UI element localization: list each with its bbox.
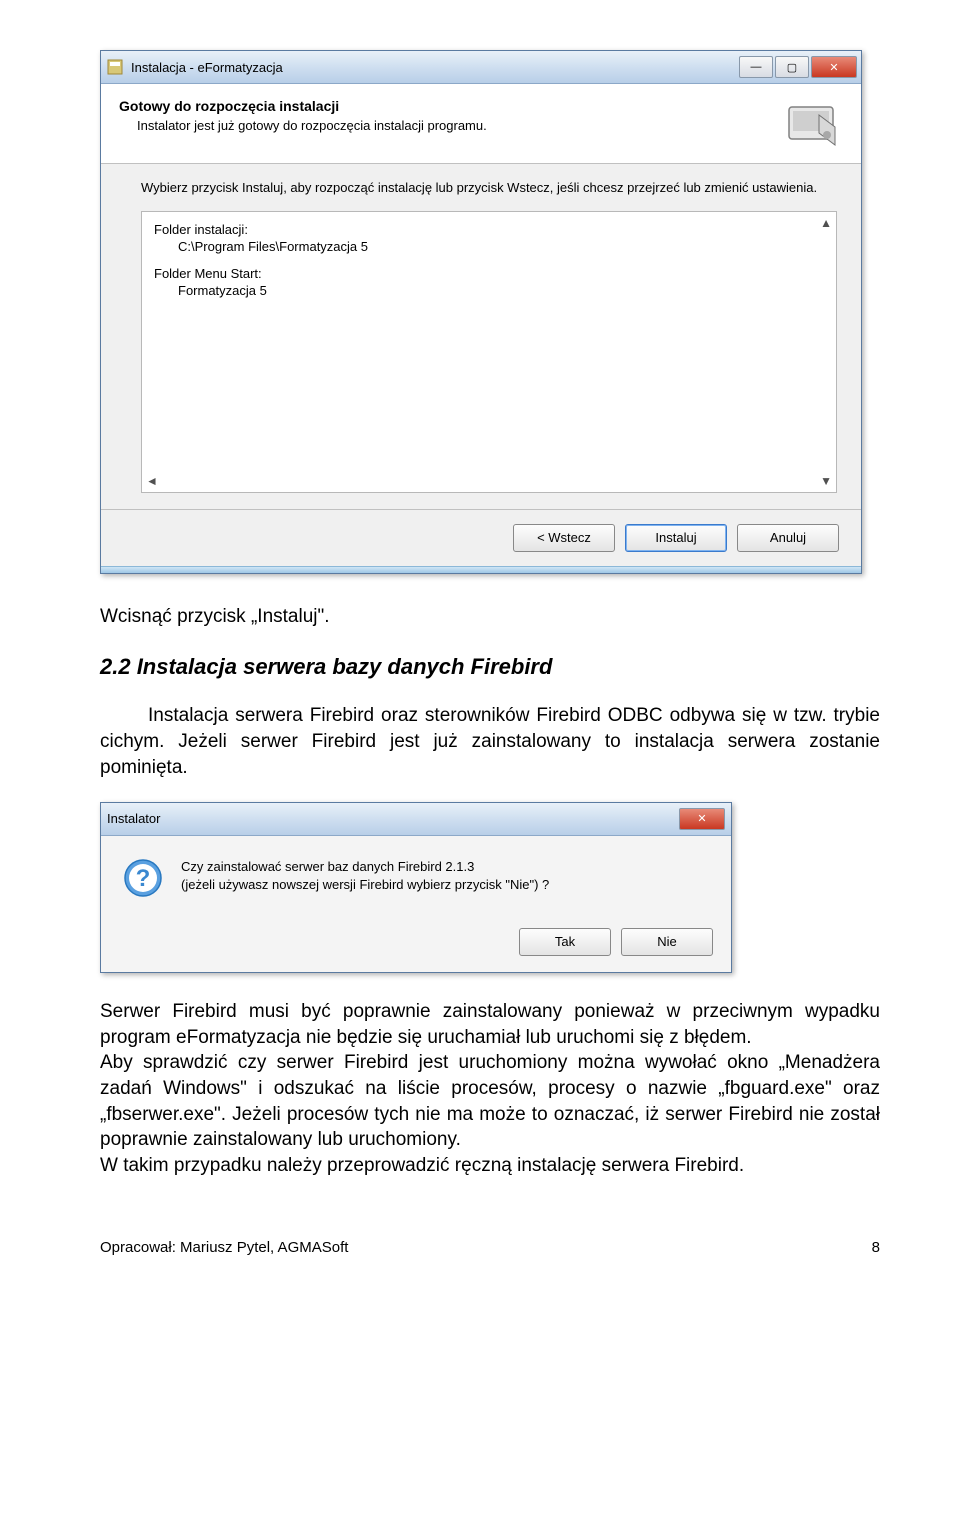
startmenu-label: Folder Menu Start: <box>154 266 824 281</box>
svg-text:?: ? <box>136 865 151 892</box>
paragraph-firebird-required: Serwer Firebird musi być poprawnie zains… <box>100 999 880 1050</box>
header-panel: Gotowy do rozpoczęcia instalacji Instala… <box>101 84 861 164</box>
minimize-button[interactable]: — <box>739 56 773 78</box>
header-title: Gotowy do rozpoczęcia instalacji <box>119 98 783 114</box>
window-title: Instalacja - eFormatyzacja <box>131 60 739 75</box>
dialog-line2: (jeżeli używasz nowszej wersji Firebird … <box>181 876 549 894</box>
installer-icon <box>105 57 125 77</box>
dialog-line1: Czy zainstalować serwer baz danych Fireb… <box>181 858 549 876</box>
section-heading: 2.2 Instalacja serwera bazy danych Fireb… <box>100 652 880 682</box>
back-button[interactable]: < Wstecz <box>513 524 615 552</box>
dialog-titlebar: Instalator ✕ <box>101 803 731 836</box>
footer-author: Opracował: Mariusz Pytel, AGMASoft <box>100 1239 348 1256</box>
dialog-text: Czy zainstalować serwer baz danych Fireb… <box>181 858 549 898</box>
paragraph-press-install: Wcisnąć przycisk „Instaluj". <box>100 604 880 630</box>
folder-value: C:\Program Files\Formatyzacja 5 <box>178 239 824 254</box>
yes-button[interactable]: Tak <box>519 928 611 956</box>
page-number: 8 <box>872 1239 880 1256</box>
paragraph-manual-install: W takim przypadku należy przeprowadzić r… <box>100 1153 880 1179</box>
cancel-button[interactable]: Anuluj <box>737 524 839 552</box>
header-subtitle: Instalator jest już gotowy do rozpoczęci… <box>137 118 783 133</box>
maximize-button[interactable]: ▢ <box>775 56 809 78</box>
dialog-close-button[interactable]: ✕ <box>679 808 725 830</box>
scroll-down-icon[interactable]: ▼ <box>820 474 832 488</box>
paragraph-silent-install: Instalacja serwera Firebird oraz sterown… <box>100 703 880 780</box>
folder-label: Folder instalacji: <box>154 222 824 237</box>
summary-box: Folder instalacji: C:\Program Files\Form… <box>141 211 837 493</box>
question-icon: ? <box>123 858 163 898</box>
paragraph-task-manager: Aby sprawdzić czy serwer Firebird jest u… <box>100 1050 880 1153</box>
footer: Opracował: Mariusz Pytel, AGMASoft 8 <box>100 1239 880 1256</box>
scroll-left-icon[interactable]: ◄ <box>146 474 158 488</box>
taskbar-strip <box>101 566 861 573</box>
instruction-text: Wybierz przycisk Instaluj, aby rozpocząć… <box>141 180 837 197</box>
disk-icon <box>783 98 843 153</box>
no-button[interactable]: Nie <box>621 928 713 956</box>
close-button[interactable]: ✕ <box>811 56 857 78</box>
titlebar: Instalacja - eFormatyzacja — ▢ ✕ <box>101 51 861 84</box>
startmenu-value: Formatyzacja 5 <box>178 283 824 298</box>
dialog-title: Instalator <box>107 810 679 828</box>
installer-window: Instalacja - eFormatyzacja — ▢ ✕ Gotowy … <box>100 50 862 574</box>
button-bar: < Wstecz Instaluj Anuluj <box>101 509 861 566</box>
dialog-window: Instalator ✕ ? Czy zainstalować serwer b… <box>100 802 732 973</box>
scroll-up-icon[interactable]: ▲ <box>820 216 832 230</box>
content-panel: Wybierz przycisk Instaluj, aby rozpocząć… <box>101 164 861 509</box>
install-button[interactable]: Instaluj <box>625 524 727 552</box>
